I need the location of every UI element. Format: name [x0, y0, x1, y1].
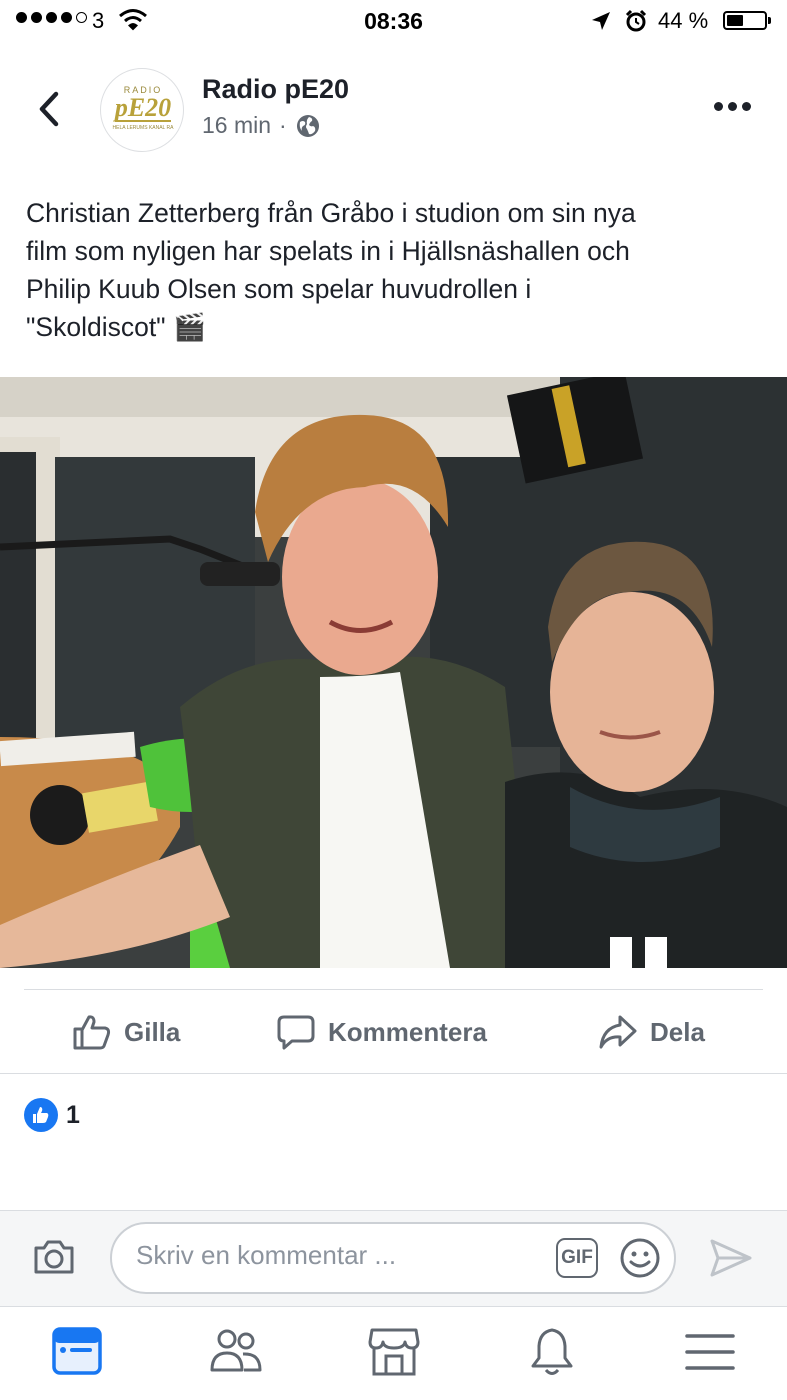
tab-notifications[interactable] [524, 1326, 580, 1378]
post-meta: 16 min · [202, 112, 321, 139]
comment-button[interactable]: Kommentera [276, 1000, 487, 1064]
back-button[interactable] [30, 88, 70, 130]
post-text-line: "Skoldiscot" 🎬 [26, 312, 206, 342]
notifications-icon [531, 1328, 573, 1375]
battery-percentage: 44 % [658, 8, 709, 33]
post-text-line: film som nyligen har spelats in i Hjälls… [26, 236, 630, 266]
thumbs-up-icon [73, 1015, 111, 1050]
send-button[interactable] [708, 1236, 754, 1285]
tab-menu[interactable] [682, 1326, 738, 1378]
camera-button[interactable] [32, 1236, 76, 1283]
radio-pe20-logo: RADIO pE20 HELA LERUMS KANAL RA [113, 85, 175, 131]
divider-bottom [0, 1073, 787, 1074]
divider-top [24, 989, 763, 990]
post-text: Christian Zetterberg från Gråbo i studio… [26, 194, 761, 346]
page-avatar[interactable]: RADIO pE20 HELA LERUMS KANAL RA [100, 68, 184, 152]
post-text-line: Christian Zetterberg från Gråbo i studio… [26, 198, 636, 228]
like-reaction-icon [24, 1098, 58, 1132]
post-time[interactable]: 16 min [202, 112, 271, 139]
tab-friends[interactable] [208, 1326, 264, 1378]
friends-icon [210, 1329, 262, 1372]
more-options-button[interactable] [714, 102, 751, 111]
share-arrow-icon [599, 1015, 637, 1049]
tab-news-feed[interactable] [50, 1326, 106, 1378]
alarm-clock-icon [624, 9, 648, 39]
reaction-summary[interactable]: 1 [24, 1098, 80, 1132]
smiley-icon [620, 1238, 660, 1278]
location-arrow-icon [590, 10, 612, 38]
status-bar: 3 08:36 44 % [0, 0, 787, 44]
meta-separator: · [279, 112, 287, 138]
comment-placeholder: Skriv en kommentar ... [136, 1240, 397, 1270]
tab-marketplace[interactable] [366, 1326, 422, 1378]
svg-text:HELA LERUMS KANAL RA: HELA LERUMS KANAL RA [113, 125, 175, 131]
battery-tip [768, 17, 771, 24]
post-photo[interactable] [0, 377, 787, 968]
page-name[interactable]: Radio pE20 [202, 74, 349, 105]
camera-icon [34, 1240, 74, 1274]
globe-icon [296, 114, 319, 137]
share-label: Dela [650, 1016, 705, 1047]
post-text-line: Philip Kuub Olsen som spelar huvudrollen… [26, 274, 532, 304]
chevron-left-icon [39, 91, 59, 127]
like-label: Gilla [124, 1016, 181, 1047]
reaction-count: 1 [66, 1100, 80, 1129]
battery-icon [723, 11, 767, 30]
menu-icon [685, 1334, 735, 1370]
svg-text:pE20: pE20 [113, 93, 171, 122]
comment-bubble-icon [277, 1015, 315, 1050]
emoji-button[interactable] [619, 1237, 661, 1284]
like-button[interactable]: Gilla [72, 1000, 180, 1064]
comment-label: Kommentera [328, 1016, 487, 1047]
send-arrow-icon [710, 1239, 752, 1277]
news-feed-icon [52, 1327, 102, 1375]
marketplace-icon [368, 1328, 420, 1376]
gif-button[interactable]: GIF [556, 1238, 598, 1278]
share-button[interactable]: Dela [598, 1000, 705, 1064]
